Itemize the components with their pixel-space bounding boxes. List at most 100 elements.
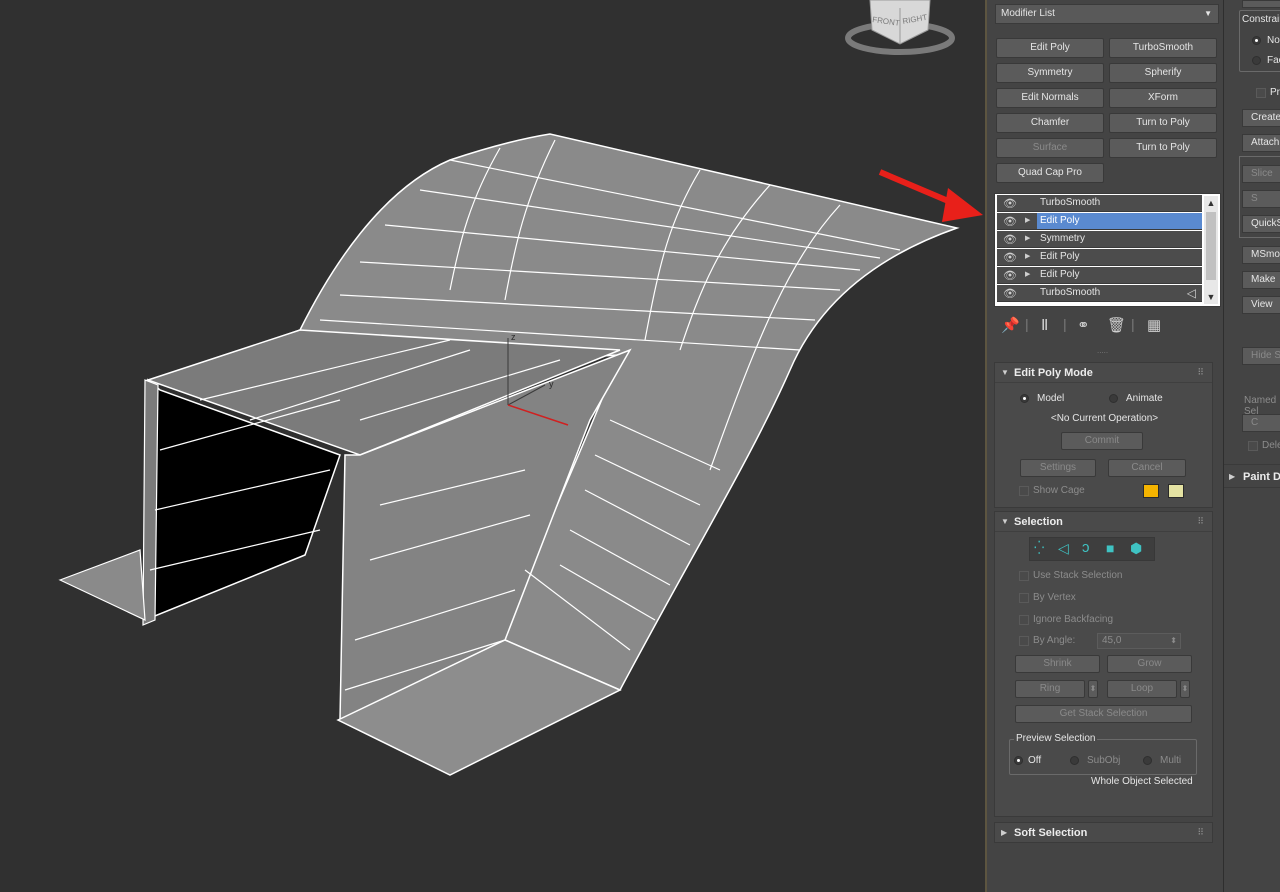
collapse-icon[interactable]: ▼ (1001, 517, 1009, 526)
copy-button[interactable]: C (1242, 414, 1280, 432)
stack-item-label[interactable]: TurboSmooth (1037, 285, 1202, 301)
by-angle-checkbox[interactable] (1019, 636, 1029, 646)
viewport[interactable]: z y FRONT RIGHT (0, 0, 985, 892)
scroll-down-icon[interactable]: ▼ (1204, 290, 1218, 304)
stack-item[interactable]: 👁 TurboSmooth ◁ (997, 285, 1202, 302)
modifier-button-turn-to-poly-2[interactable]: Turn to Poly (1109, 138, 1217, 158)
msmooth-button[interactable]: MSmooth (1242, 246, 1280, 264)
modifier-button-edit-normals[interactable]: Edit Normals (996, 88, 1104, 108)
polygon-icon[interactable]: ■ (1106, 540, 1114, 556)
shrink-button[interactable]: Shrink (1015, 655, 1100, 673)
commit-button[interactable]: Commit (1061, 432, 1143, 450)
expand-icon[interactable]: ▶ (1229, 472, 1235, 481)
eye-icon[interactable]: 👁 (1003, 233, 1017, 246)
attach-button[interactable]: Attach (1242, 134, 1280, 152)
scroll-up-icon[interactable]: ▲ (1204, 196, 1218, 210)
modifier-button-edit-poly[interactable]: Edit Poly (996, 38, 1104, 58)
stack-item-label[interactable]: Edit Poly (1037, 213, 1202, 229)
cage-color-swatch[interactable] (1143, 484, 1159, 498)
stack-item[interactable]: 👁 ▶ Symmetry (997, 231, 1202, 248)
show-end-result-icon[interactable]: Ⅱ (1041, 316, 1048, 334)
create-button[interactable]: Create (1242, 109, 1280, 127)
modifier-button-xform[interactable]: XForm (1109, 88, 1217, 108)
grip-icon[interactable]: ⠿ (1197, 367, 1204, 378)
modifier-button-turbosmooth[interactable]: TurboSmooth (1109, 38, 1217, 58)
expand-icon[interactable]: ▶ (1025, 234, 1030, 242)
preserve-checkbox[interactable] (1256, 88, 1266, 98)
viewport-canvas[interactable]: z y FRONT RIGHT (0, 0, 985, 892)
make-unique-icon[interactable]: ⚭ (1077, 316, 1090, 334)
stack-item-selected[interactable]: 👁 ▶ Edit Poly (997, 213, 1202, 230)
loop-button[interactable]: Loop (1107, 680, 1177, 698)
constraint-face-radio[interactable] (1252, 56, 1261, 65)
rollout-header[interactable]: ▼ Edit Poly Mode ⠿ (995, 363, 1212, 383)
eye-icon[interactable]: 👁 (1003, 197, 1017, 210)
ring-button[interactable]: Ring (1015, 680, 1085, 698)
modifier-stack[interactable]: 👁 TurboSmooth 👁 ▶ Edit Poly 👁 ▶ Symmetry… (994, 193, 1221, 307)
pin-stack-icon[interactable]: 📌 (1001, 316, 1020, 334)
splitter-grip[interactable]: ..... (1097, 346, 1108, 355)
edge-icon[interactable]: ◁ (1058, 540, 1069, 557)
constraint-none-radio[interactable] (1252, 36, 1261, 45)
view-align-button[interactable]: View (1242, 296, 1280, 314)
angle-spinner[interactable]: 45,0 ⬍ (1097, 633, 1181, 649)
stack-item-label[interactable]: TurboSmooth (1037, 195, 1202, 211)
make-planar-button[interactable]: Make (1242, 271, 1280, 289)
modifier-list-dropdown[interactable]: Modifier List ▼ (995, 4, 1219, 24)
ignore-backfacing-checkbox[interactable] (1019, 615, 1029, 625)
top-button[interactable] (1242, 0, 1280, 8)
modifier-button-chamfer[interactable]: Chamfer (996, 113, 1104, 133)
modifier-button-spherify[interactable]: Spherify (1109, 63, 1217, 83)
eye-icon[interactable]: 👁 (1003, 269, 1017, 282)
paint-deformation-header[interactable]: ▶ Paint Deformation (1224, 464, 1280, 488)
quickslice-button[interactable]: QuickSlice (1242, 215, 1280, 233)
animate-radio[interactable] (1109, 394, 1118, 403)
stack-item-label[interactable]: Edit Poly (1037, 267, 1202, 283)
stack-scrollbar[interactable]: ▲ ▼ (1204, 196, 1218, 304)
eye-icon[interactable]: 👁 (1003, 287, 1017, 300)
grip-icon[interactable]: ⠿ (1197, 516, 1204, 527)
grow-button[interactable]: Grow (1107, 655, 1192, 673)
scroll-thumb[interactable] (1206, 212, 1216, 280)
element-icon[interactable]: ⬢ (1130, 540, 1142, 557)
stack-item[interactable]: 👁 ▶ Edit Poly (997, 249, 1202, 266)
expand-icon[interactable]: ▶ (1025, 216, 1030, 224)
cancel-button[interactable]: Cancel (1108, 459, 1186, 477)
spinner-icon[interactable]: ⬍ (1170, 634, 1177, 648)
use-stack-selection-checkbox[interactable] (1019, 571, 1029, 581)
get-stack-selection-button[interactable]: Get Stack Selection (1015, 705, 1192, 723)
cage-selected-color-swatch[interactable] (1168, 484, 1184, 498)
border-icon[interactable]: ↄ (1082, 539, 1090, 556)
vertex-icon[interactable]: ⁛ (1034, 540, 1044, 556)
expand-icon[interactable]: ▶ (1025, 252, 1030, 260)
hide-selected-button[interactable]: Hide S (1242, 347, 1280, 365)
show-cage-checkbox[interactable] (1019, 486, 1029, 496)
collapse-icon[interactable]: ▼ (1001, 368, 1009, 377)
expand-icon[interactable]: ▶ (1001, 828, 1007, 837)
stack-item-label[interactable]: Edit Poly (1037, 249, 1202, 265)
ring-spinner-icon[interactable]: ⬍ (1088, 680, 1098, 698)
preview-subobj-radio[interactable] (1070, 756, 1079, 765)
modifier-button-quad-cap-pro[interactable]: Quad Cap Pro (996, 163, 1104, 183)
preview-off-radio[interactable] (1014, 756, 1023, 765)
stack-item[interactable]: 👁 ▶ Edit Poly (997, 267, 1202, 284)
loop-spinner-icon[interactable]: ⬍ (1180, 680, 1190, 698)
stack-item[interactable]: 👁 TurboSmooth (997, 195, 1202, 212)
eye-icon[interactable]: 👁 (1003, 251, 1017, 264)
delete-isolated-checkbox[interactable] (1248, 441, 1258, 451)
preview-multi-radio[interactable] (1143, 756, 1152, 765)
stack-item-label[interactable]: Symmetry (1037, 231, 1202, 247)
settings-button[interactable]: Settings (1020, 459, 1096, 477)
modifier-button-surface[interactable]: Surface (996, 138, 1104, 158)
by-vertex-checkbox[interactable] (1019, 593, 1029, 603)
configure-sets-icon[interactable]: ▦ (1147, 316, 1161, 334)
remove-modifier-icon[interactable]: 🗑 (1107, 316, 1126, 334)
grip-icon[interactable]: ⠿ (1197, 827, 1204, 838)
viewcube[interactable]: FRONT RIGHT (845, 0, 955, 55)
modifier-button-symmetry[interactable]: Symmetry (996, 63, 1104, 83)
rollout-header[interactable]: ▶ Soft Selection ⠿ (995, 823, 1212, 843)
rollout-header[interactable]: ▼ Selection ⠿ (995, 512, 1212, 532)
model-radio[interactable] (1020, 394, 1029, 403)
expand-icon[interactable]: ▶ (1025, 270, 1030, 278)
slice-button[interactable]: S (1242, 190, 1280, 208)
